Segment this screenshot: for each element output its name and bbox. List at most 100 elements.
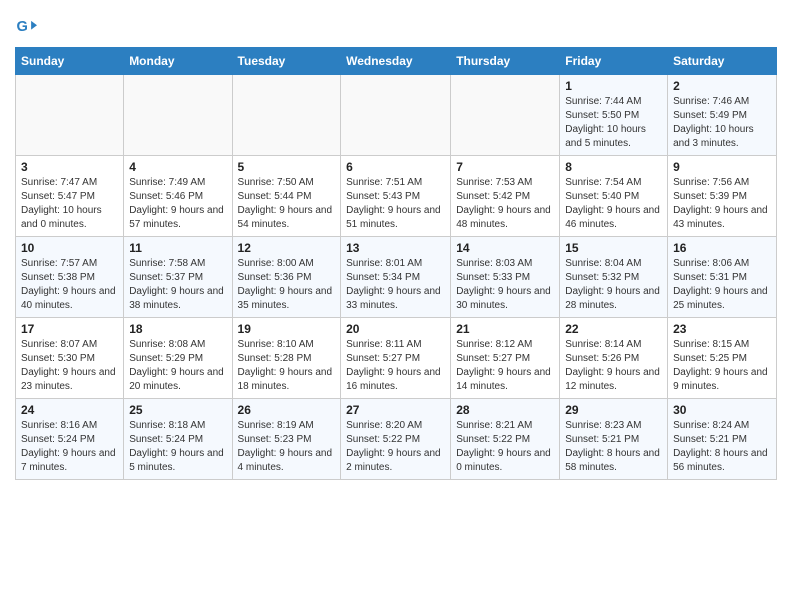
calendar-cell: 9 Sunrise: 7:56 AMSunset: 5:39 PMDaylight…: [668, 156, 777, 237]
day-info: Sunrise: 8:11 AMSunset: 5:27 PMDaylight:…: [346, 338, 445, 394]
logo: G: [15, 15, 41, 37]
day-number: 8: [565, 160, 662, 174]
day-info: Sunrise: 8:18 AMSunset: 5:24 PMDaylight:…: [129, 419, 226, 475]
day-info: Sunrise: 8:06 AMSunset: 5:31 PMDaylight:…: [673, 257, 771, 313]
day-info: Sunrise: 7:44 AMSunset: 5:50 PMDaylight:…: [565, 95, 662, 151]
day-info: Sunrise: 8:04 AMSunset: 5:32 PMDaylight:…: [565, 257, 662, 313]
day-info: Sunrise: 8:00 AMSunset: 5:36 PMDaylight:…: [238, 257, 336, 313]
day-number: 13: [346, 241, 445, 255]
day-info: Sunrise: 7:56 AMSunset: 5:39 PMDaylight:…: [673, 176, 771, 232]
calendar-week-3: 17Sunrise: 8:07 AMSunset: 5:30 PMDayligh…: [16, 318, 777, 399]
day-number: 27: [346, 403, 445, 417]
day-info: Sunrise: 8:12 AMSunset: 5:27 PMDaylight:…: [456, 338, 554, 394]
day-info: Sunrise: 7:47 AMSunset: 5:47 PMDaylight:…: [21, 176, 118, 232]
weekday-header-tuesday: Tuesday: [232, 48, 341, 75]
logo-icon: G: [15, 15, 37, 37]
day-info: Sunrise: 8:03 AMSunset: 5:33 PMDaylight:…: [456, 257, 554, 313]
day-number: 16: [673, 241, 771, 255]
weekday-header-monday: Monday: [124, 48, 232, 75]
calendar-cell: 2 Sunrise: 7:46 AMSunset: 5:49 PMDaylight…: [668, 75, 777, 156]
calendar-cell: [451, 75, 560, 156]
day-number: 5: [238, 160, 336, 174]
day-number: 15: [565, 241, 662, 255]
day-info: Sunrise: 8:23 AMSunset: 5:21 PMDaylight:…: [565, 419, 662, 475]
day-info: Sunrise: 8:21 AMSunset: 5:22 PMDaylight:…: [456, 419, 554, 475]
calendar-cell: 11 Sunrise: 7:58 AMSunset: 5:37 PMDayligh…: [124, 237, 232, 318]
calendar-cell: 8 Sunrise: 7:54 AMSunset: 5:40 PMDaylight…: [560, 156, 668, 237]
calendar-cell: 13 Sunrise: 8:01 AMSunset: 5:34 PMDayligh…: [341, 237, 451, 318]
day-number: 19: [238, 322, 336, 336]
day-number: 18: [129, 322, 226, 336]
calendar-cell: 4Sunrise: 7:49 AMSunset: 5:46 PMDaylight…: [124, 156, 232, 237]
day-number: 11: [129, 241, 226, 255]
weekday-header-thursday: Thursday: [451, 48, 560, 75]
day-info: Sunrise: 8:24 AMSunset: 5:21 PMDaylight:…: [673, 419, 771, 475]
calendar-week-4: 24 Sunrise: 8:16 AMSunset: 5:24 PMDayligh…: [16, 399, 777, 480]
day-number: 6: [346, 160, 445, 174]
weekday-header-row: SundayMondayTuesdayWednesdayThursdayFrid…: [16, 48, 777, 75]
calendar-cell: 26 Sunrise: 8:19 AMSunset: 5:23 PMDayligh…: [232, 399, 341, 480]
calendar-cell: [124, 75, 232, 156]
calendar-table: SundayMondayTuesdayWednesdayThursdayFrid…: [15, 47, 777, 480]
calendar-cell: 25 Sunrise: 8:18 AMSunset: 5:24 PMDayligh…: [124, 399, 232, 480]
calendar-cell: 28 Sunrise: 8:21 AMSunset: 5:22 PMDayligh…: [451, 399, 560, 480]
calendar-cell: 30 Sunrise: 8:24 AMSunset: 5:21 PMDayligh…: [668, 399, 777, 480]
weekday-header-sunday: Sunday: [16, 48, 124, 75]
day-number: 25: [129, 403, 226, 417]
day-info: Sunrise: 8:07 AMSunset: 5:30 PMDaylight:…: [21, 338, 118, 394]
day-number: 9: [673, 160, 771, 174]
calendar-cell: 19 Sunrise: 8:10 AMSunset: 5:28 PMDayligh…: [232, 318, 341, 399]
page-header: G: [15, 15, 777, 37]
calendar-header: SundayMondayTuesdayWednesdayThursdayFrid…: [16, 48, 777, 75]
day-info: Sunrise: 7:58 AMSunset: 5:37 PMDaylight:…: [129, 257, 226, 313]
calendar-cell: 12 Sunrise: 8:00 AMSunset: 5:36 PMDayligh…: [232, 237, 341, 318]
day-info: Sunrise: 7:53 AMSunset: 5:42 PMDaylight:…: [456, 176, 554, 232]
day-number: 12: [238, 241, 336, 255]
day-number: 22: [565, 322, 662, 336]
day-info: Sunrise: 7:51 AMSunset: 5:43 PMDaylight:…: [346, 176, 445, 232]
day-number: 26: [238, 403, 336, 417]
calendar-week-0: 1Sunrise: 7:44 AMSunset: 5:50 PMDaylight…: [16, 75, 777, 156]
calendar-cell: 18Sunrise: 8:08 AMSunset: 5:29 PMDayligh…: [124, 318, 232, 399]
day-info: Sunrise: 8:01 AMSunset: 5:34 PMDaylight:…: [346, 257, 445, 313]
weekday-header-friday: Friday: [560, 48, 668, 75]
calendar-cell: 5 Sunrise: 7:50 AMSunset: 5:44 PMDaylight…: [232, 156, 341, 237]
day-info: Sunrise: 8:10 AMSunset: 5:28 PMDaylight:…: [238, 338, 336, 394]
day-info: Sunrise: 8:19 AMSunset: 5:23 PMDaylight:…: [238, 419, 336, 475]
day-info: Sunrise: 7:57 AMSunset: 5:38 PMDaylight:…: [21, 257, 118, 313]
calendar-cell: 15 Sunrise: 8:04 AMSunset: 5:32 PMDayligh…: [560, 237, 668, 318]
calendar-cell: [16, 75, 124, 156]
day-number: 10: [21, 241, 118, 255]
day-info: Sunrise: 7:46 AMSunset: 5:49 PMDaylight:…: [673, 95, 771, 151]
day-number: 24: [21, 403, 118, 417]
calendar-cell: 27 Sunrise: 8:20 AMSunset: 5:22 PMDayligh…: [341, 399, 451, 480]
day-info: Sunrise: 7:54 AMSunset: 5:40 PMDaylight:…: [565, 176, 662, 232]
day-number: 14: [456, 241, 554, 255]
calendar-cell: 16 Sunrise: 8:06 AMSunset: 5:31 PMDayligh…: [668, 237, 777, 318]
day-info: Sunrise: 8:20 AMSunset: 5:22 PMDaylight:…: [346, 419, 445, 475]
calendar-week-1: 3 Sunrise: 7:47 AMSunset: 5:47 PMDaylight…: [16, 156, 777, 237]
calendar-cell: [232, 75, 341, 156]
day-number: 29: [565, 403, 662, 417]
calendar-cell: 17Sunrise: 8:07 AMSunset: 5:30 PMDayligh…: [16, 318, 124, 399]
calendar-cell: 10 Sunrise: 7:57 AMSunset: 5:38 PMDayligh…: [16, 237, 124, 318]
day-number: 20: [346, 322, 445, 336]
calendar-cell: 3 Sunrise: 7:47 AMSunset: 5:47 PMDaylight…: [16, 156, 124, 237]
day-number: 4: [129, 160, 226, 174]
day-number: 23: [673, 322, 771, 336]
day-number: 3: [21, 160, 118, 174]
calendar-cell: 24 Sunrise: 8:16 AMSunset: 5:24 PMDayligh…: [16, 399, 124, 480]
day-info: Sunrise: 7:50 AMSunset: 5:44 PMDaylight:…: [238, 176, 336, 232]
weekday-header-saturday: Saturday: [668, 48, 777, 75]
calendar-cell: 14 Sunrise: 8:03 AMSunset: 5:33 PMDayligh…: [451, 237, 560, 318]
calendar-cell: 29 Sunrise: 8:23 AMSunset: 5:21 PMDayligh…: [560, 399, 668, 480]
day-number: 2: [673, 79, 771, 93]
calendar-body: 1Sunrise: 7:44 AMSunset: 5:50 PMDaylight…: [16, 75, 777, 480]
day-number: 28: [456, 403, 554, 417]
day-number: 21: [456, 322, 554, 336]
calendar-cell: [341, 75, 451, 156]
day-info: Sunrise: 8:15 AMSunset: 5:25 PMDaylight:…: [673, 338, 771, 394]
calendar-cell: 1Sunrise: 7:44 AMSunset: 5:50 PMDaylight…: [560, 75, 668, 156]
day-number: 30: [673, 403, 771, 417]
day-info: Sunrise: 8:16 AMSunset: 5:24 PMDaylight:…: [21, 419, 118, 475]
